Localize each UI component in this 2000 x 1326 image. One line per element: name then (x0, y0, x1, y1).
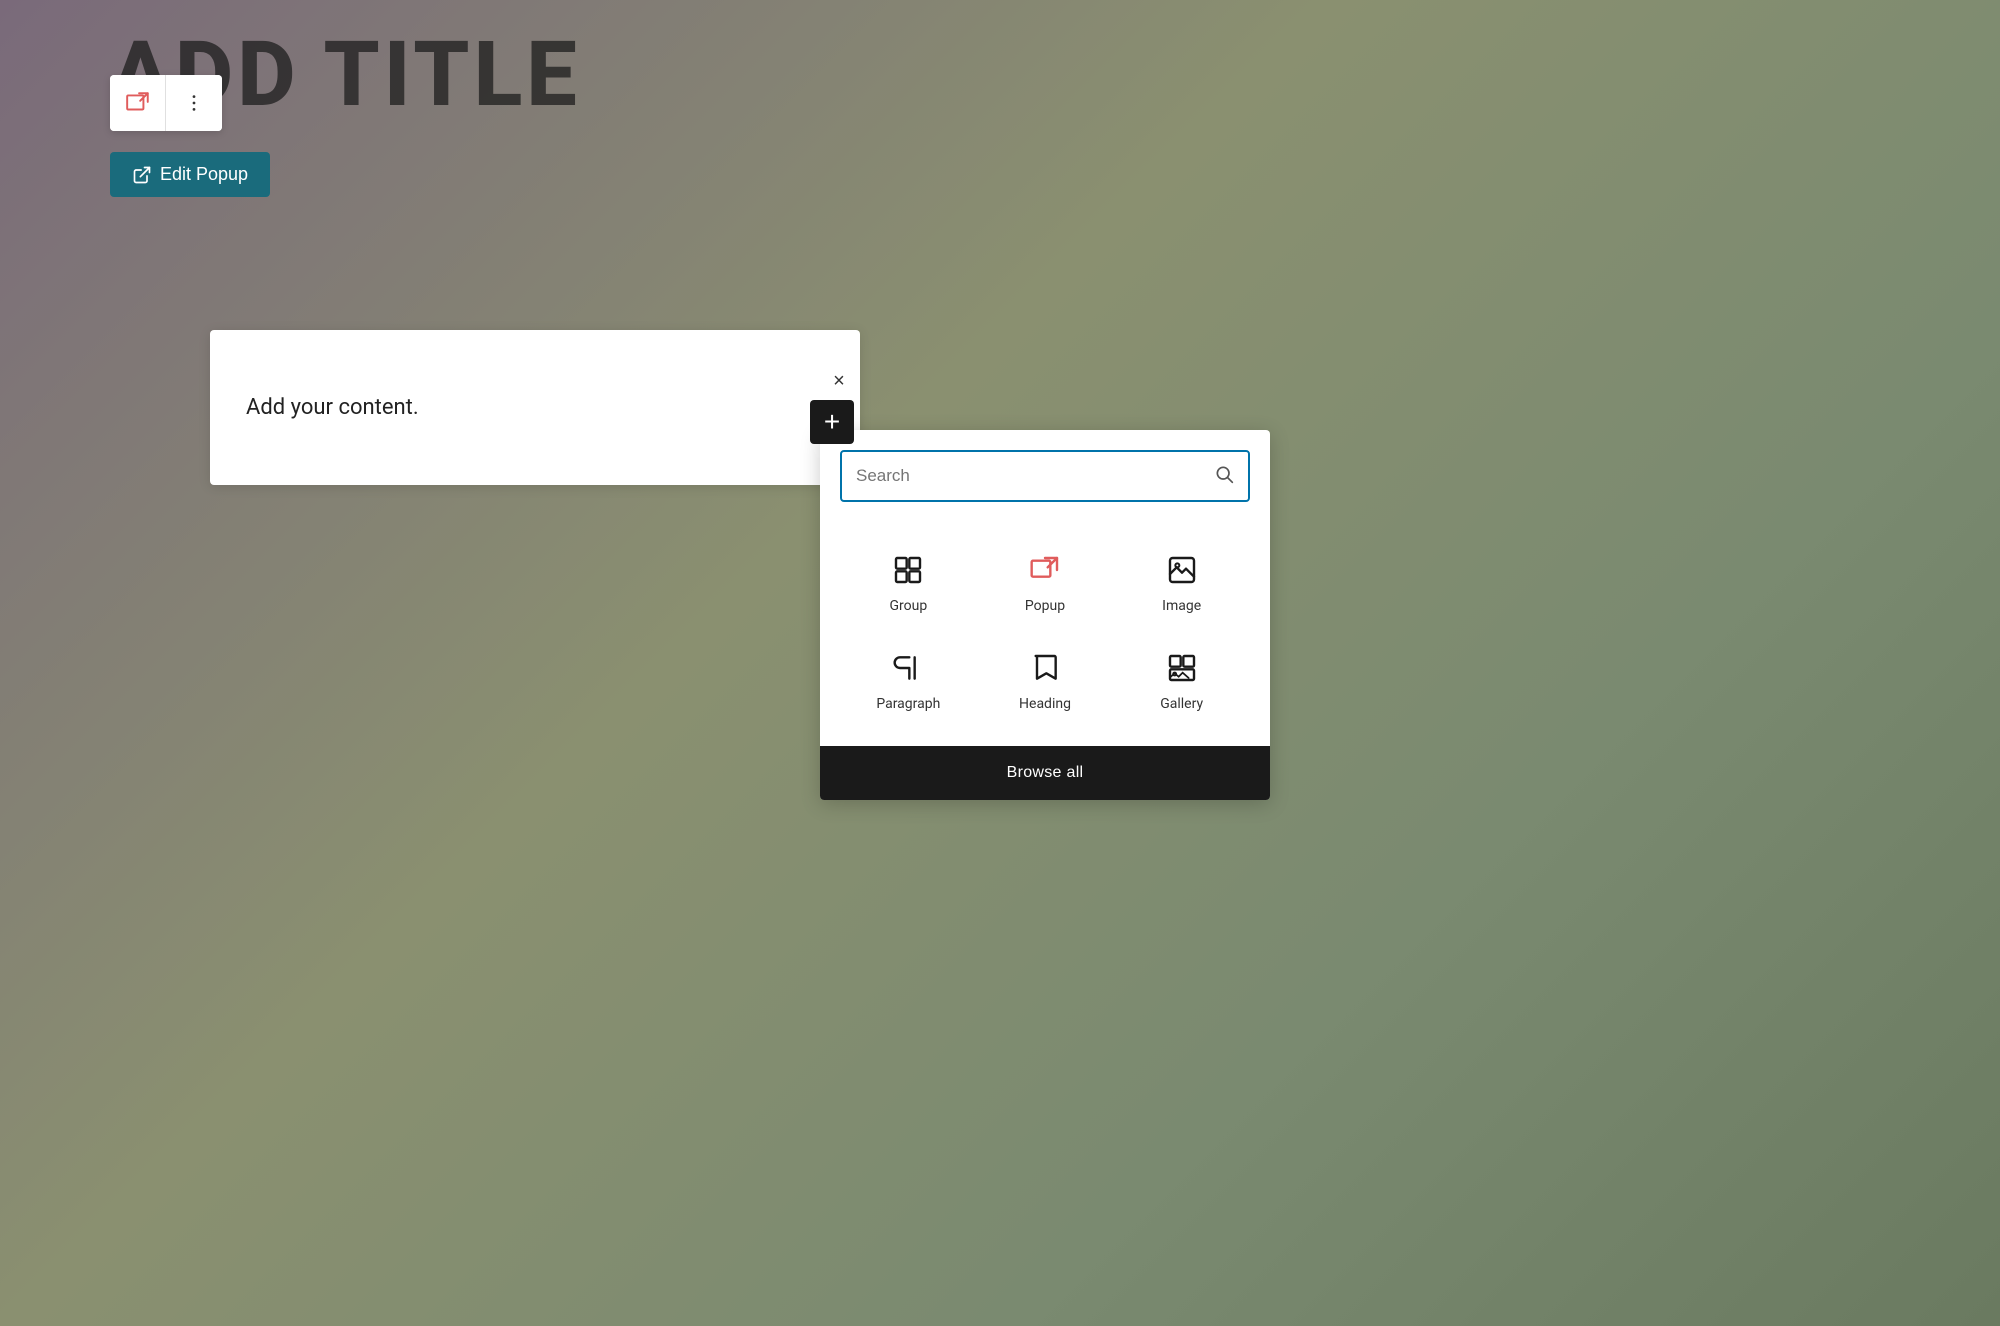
edit-popup-button[interactable]: Edit Popup (110, 152, 270, 197)
block-item-gallery[interactable]: Gallery (1113, 632, 1250, 730)
search-wrapper (840, 450, 1250, 502)
block-label-image: Image (1162, 598, 1201, 614)
block-item-popup[interactable]: Popup (977, 534, 1114, 632)
block-item-paragraph[interactable]: Paragraph (840, 632, 977, 730)
block-label-gallery: Gallery (1160, 696, 1203, 712)
group-icon (890, 552, 926, 588)
search-area (820, 430, 1270, 518)
block-item-image[interactable]: Image (1113, 534, 1250, 632)
block-label-paragraph: Paragraph (876, 696, 940, 712)
block-grid: Group Popup Image (820, 518, 1270, 746)
block-label-group: Group (889, 598, 927, 614)
block-item-group[interactable]: Group (840, 534, 977, 632)
browse-all-button[interactable]: Browse all (820, 746, 1270, 800)
toolbar (110, 75, 222, 131)
block-label-popup: Popup (1025, 598, 1065, 614)
dots-icon (183, 92, 205, 114)
heading-icon (1027, 650, 1063, 686)
block-inserter-panel: Group Popup Image (820, 430, 1270, 800)
popup-icon (125, 90, 151, 116)
gallery-icon (1164, 650, 1200, 686)
search-input[interactable] (856, 466, 1214, 486)
more-options-button[interactable] (166, 75, 222, 131)
content-placeholder: Add your content. (246, 395, 419, 420)
content-block: Add your content. (210, 330, 860, 485)
external-link-icon (132, 165, 152, 185)
close-button[interactable]: × (823, 365, 855, 397)
paragraph-icon (890, 650, 926, 686)
block-label-heading: Heading (1019, 696, 1071, 712)
search-icon (1214, 464, 1234, 489)
add-block-button[interactable]: + (810, 400, 854, 444)
image-icon (1164, 552, 1200, 588)
block-item-heading[interactable]: Heading (977, 632, 1114, 730)
popup-icon-button[interactable] (110, 75, 166, 131)
popup-block-icon (1027, 552, 1063, 588)
